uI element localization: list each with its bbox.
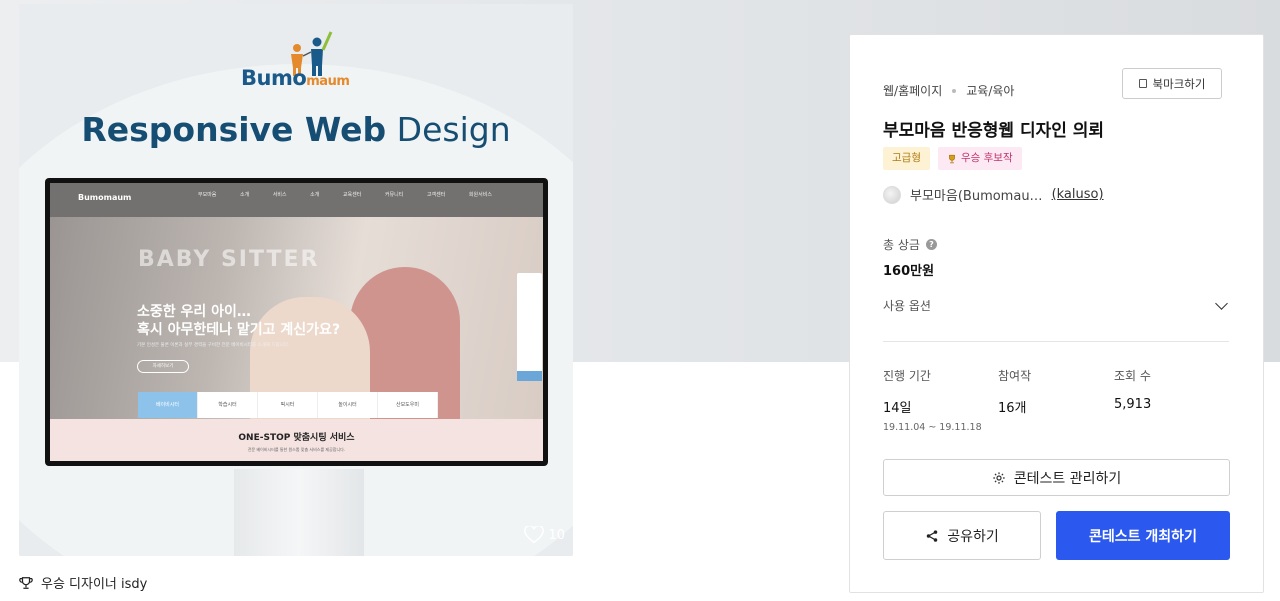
winner-designer[interactable]: 우승 디자이너 isdy [19,573,147,592]
preview-tab: 픽시터 [258,392,318,418]
preview-tab: 학습시터 [198,392,258,418]
manage-contest-button[interactable]: 콘테스트 관리하기 [883,459,1230,496]
preview-tab: 산모도우미 [378,392,438,418]
stat-period: 진행 기간 14일 19.11.04 ~ 19.11.18 [883,369,982,433]
prize-value: 160만원 [883,264,935,279]
contest-info-panel: 웹/홈페이지 교육/육아 북마크하기 부모마음 반응형웹 디자인 의뢰 고급형 … [849,34,1264,593]
stat-entries: 참여작 16개 [998,369,1032,416]
bumomaum-logo: Bumomaum [241,30,353,100]
gear-icon [993,471,1005,484]
stat-views: 조회 수 5,913 [1114,369,1152,412]
preview-tab: 베이비시터 [138,392,198,418]
contest-thumbnail[interactable]: Bumomaum Responsive Web Design BABY SITT… [19,4,573,556]
like-count: 10 [548,527,565,543]
options-dropdown[interactable]: 사용 옵션 [883,297,1231,314]
bookmark-button[interactable]: 북마크하기 [1122,68,1222,99]
divider [883,341,1229,342]
options-label: 사용 옵션 [883,299,931,313]
chevron-down-icon [1215,297,1228,310]
period-dates: 19.11.04 ~ 19.11.18 [883,422,982,433]
preview-navbar: Bumomaum 부모마음 소개 서비스 소개 교육센터 커뮤니티 고객센터 회… [50,183,543,217]
grade-badge: 고급형 [883,147,930,170]
website-preview: BABY SITTER 소중한 우리 아이… 혹시 아무한테나 맡기고 계신가요… [50,183,543,461]
help-icon[interactable]: ? [925,239,937,250]
host-name: 부모마음(Bumomau… [910,189,1043,204]
preview-hero-button: 자세히보기 [137,360,189,373]
contest-title: 부모마음 반응형웹 디자인 의뢰 [883,121,1105,141]
preview-nav-items: 부모마음 소개 서비스 소개 교육센터 커뮤니티 고객센터 회원서비스 [198,192,492,198]
monitor-stand [234,469,364,556]
subcategory-link[interactable]: 교육/육아 [966,82,1014,99]
preview-hero-sub: 기본 인성은 물론 이론과 실무 경력을 구비한 전문 베이비시터를 소개해 드… [137,343,290,348]
contest-host[interactable]: 부모마음(Bumomau… (kaluso) [883,185,1104,204]
breadcrumb-separator [952,88,957,93]
preview-hero: BABY SITTER 소중한 우리 아이… 혹시 아무한테나 맡기고 계신가요… [50,217,543,437]
winner-text: 우승 디자이너 isdy [41,577,148,592]
contest-badges: 고급형 우승 후보작 [883,147,1022,170]
like-button[interactable]: 10 [524,526,565,544]
host-contest-button[interactable]: 콘테스트 개최하기 [1056,511,1230,560]
logo-wordmark: Bumomaum [241,66,350,90]
host-avatar [883,185,901,204]
share-button[interactable]: 공유하기 [883,511,1041,560]
share-icon [926,529,938,542]
preview-hero-title: 소중한 우리 아이… 혹시 아무한테나 맡기고 계신가요? [137,304,341,339]
preview-tab: 놀이시터 [318,392,378,418]
host-handle-link[interactable]: (kaluso) [1052,187,1104,202]
heart-icon [524,526,545,544]
monitor-mockup: BABY SITTER 소중한 우리 아이… 혹시 아무한테나 맡기고 계신가요… [45,178,548,466]
trophy-icon [949,154,955,163]
category-link[interactable]: 웹/홈페이지 [883,82,942,99]
preview-onestop-section: ONE-STOP 맞춤시팅 서비스 전문 베이비시터를 통한 원스톱 맞춤 서비… [50,419,543,461]
thumbnail-headline: Responsive Web Design [81,110,511,149]
prize-label: 총 상금 ? [883,236,937,253]
preview-service-tabs: 베이비시터 학습시터 픽시터 놀이시터 산모도우미 [138,392,438,418]
preview-logo: Bumomaum [78,193,132,202]
winner-candidate-badge: 우승 후보작 [937,147,1022,170]
bookmark-icon [1138,79,1147,88]
trophy-icon [19,576,33,589]
preview-quick-menu [517,273,542,381]
preview-hero-big-text: BABY SITTER [138,247,320,272]
category-breadcrumb: 웹/홈페이지 교육/육아 [883,82,1014,99]
